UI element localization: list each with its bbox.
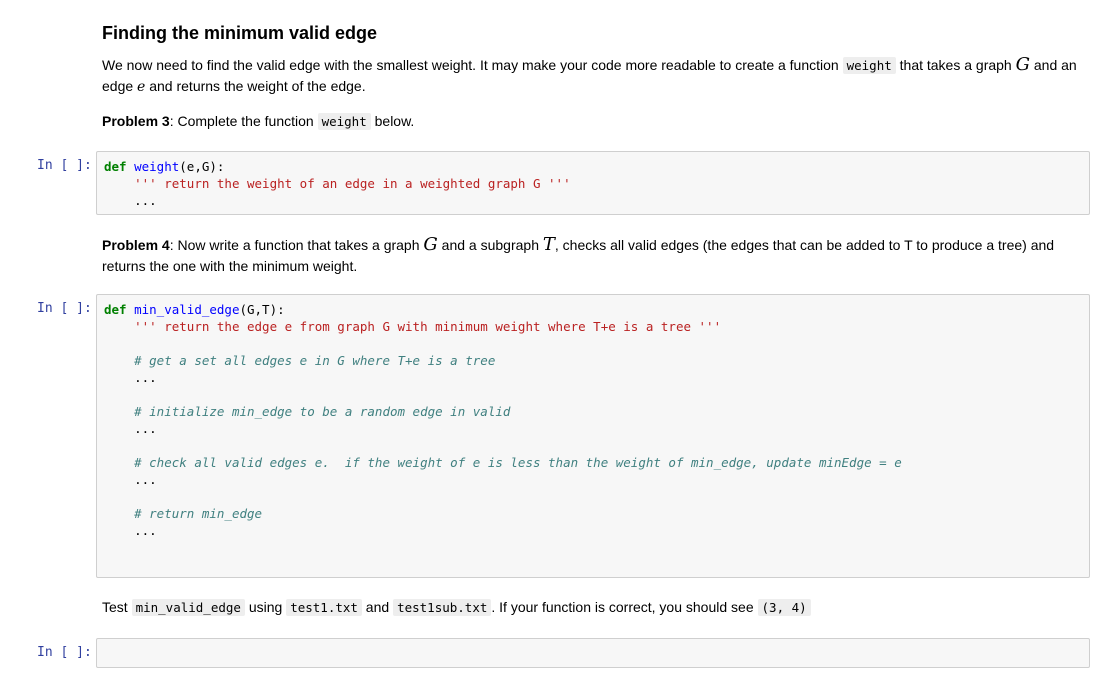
markdown-cell-intro: Finding the minimum valid edge We now ne… xyxy=(102,21,1087,132)
inline-code-test1: test1.txt xyxy=(286,599,362,616)
inline-code-test1sub: test1sub.txt xyxy=(393,599,492,616)
docstring: ''' return the edge e from graph G with … xyxy=(134,319,722,334)
code-cell-min-valid-edge[interactable]: def min_valid_edge(G,T): ''' return the … xyxy=(96,294,1090,578)
problem3-label: Problem 3 xyxy=(102,113,170,129)
problem4-label: Problem 4 xyxy=(102,237,170,253)
inline-code-weight-2: weight xyxy=(317,113,371,130)
docstring: ''' return the weight of an edge in a we… xyxy=(134,176,571,191)
problem3-paragraph: Problem 3: Complete the function weight … xyxy=(102,113,415,130)
comment: # get a set all edges e in G where T+e i… xyxy=(134,353,496,368)
comment: # check all valid edges e. if the weight… xyxy=(134,455,902,470)
comment: # return min_edge xyxy=(134,506,263,521)
code-cell-weight[interactable]: def weight(e,G): ''' return the weight o… xyxy=(96,151,1090,215)
function-name: weight xyxy=(134,159,180,174)
math-G: G xyxy=(1015,54,1030,75)
function-name: min_valid_edge xyxy=(134,302,240,317)
math-G: G xyxy=(423,234,438,255)
cell1-prompt: In [ ]: xyxy=(37,158,92,173)
code-editor[interactable]: def weight(e,G): ''' return the weight o… xyxy=(97,152,1089,209)
inline-code-expected-output: (3, 4) xyxy=(757,599,811,616)
math-T: T xyxy=(542,234,555,255)
test-paragraph: Test min_valid_edge using test1.txt and … xyxy=(102,597,1087,618)
problem4-paragraph: Problem 4: Now write a function that tak… xyxy=(102,234,1055,274)
intro-paragraph: We now need to find the valid edge with … xyxy=(102,54,1077,95)
section-title: Finding the minimum valid edge xyxy=(102,23,378,43)
comment: # initialize min_edge to be a random edg… xyxy=(134,404,511,419)
code-editor[interactable]: def min_valid_edge(G,T): ''' return the … xyxy=(97,295,1089,539)
markdown-cell-problem4: Problem 4: Now write a function that tak… xyxy=(102,234,1087,277)
inline-code-min-valid-edge: min_valid_edge xyxy=(131,599,245,616)
code-cell-empty[interactable] xyxy=(96,638,1090,668)
cell2-prompt: In [ ]: xyxy=(37,301,92,316)
inline-code-weight: weight xyxy=(842,57,896,74)
markdown-cell-test: Test min_valid_edge using test1.txt and … xyxy=(102,597,1087,618)
cell3-prompt: In [ ]: xyxy=(37,645,92,660)
